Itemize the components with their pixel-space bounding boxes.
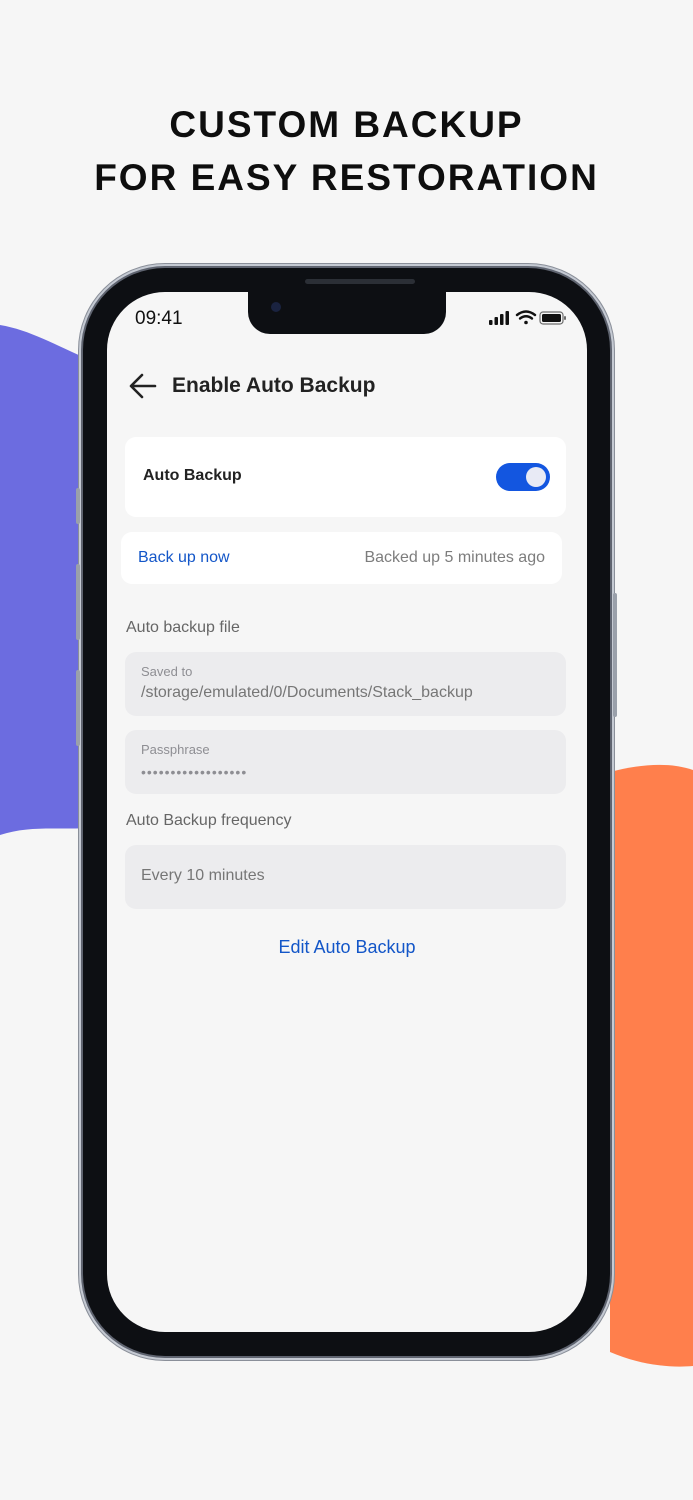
headline-line-1: CUSTOM BACKUP	[169, 104, 524, 145]
headline: CUSTOM BACKUP FOR EASY RESTORATION	[0, 98, 693, 204]
phone-volume-up-button	[76, 564, 80, 640]
phone-frame: 09:41 Enable Auto Backup Auto Backup Bac…	[76, 268, 617, 1356]
back-button[interactable]	[127, 370, 159, 402]
frequency-section-label: Auto Backup frequency	[126, 812, 292, 829]
backup-file-section-label: Auto backup file	[126, 619, 240, 636]
status-time: 09:41	[135, 308, 183, 329]
phone-action-button	[76, 488, 80, 524]
earpiece-speaker	[305, 279, 415, 284]
passphrase-value: ••••••••••••••••••	[141, 764, 248, 780]
toggle-knob	[526, 467, 546, 487]
phone-power-button	[613, 593, 617, 717]
last-backup-status: Backed up 5 minutes ago	[364, 549, 545, 566]
page-title: Enable Auto Backup	[172, 374, 376, 397]
headline-line-2: FOR EASY RESTORATION	[94, 157, 599, 198]
notch	[248, 292, 446, 334]
saved-to-value: /storage/emulated/0/Documents/Stack_back…	[141, 684, 473, 701]
arrow-left-icon	[129, 373, 157, 399]
backup-now-card: Back up now Backed up 5 minutes ago	[121, 532, 562, 584]
frequency-field[interactable]: Every 10 minutes	[125, 845, 566, 909]
status-icons	[489, 310, 567, 331]
battery-icon	[539, 311, 566, 325]
saved-to-caption: Saved to	[141, 664, 193, 679]
backup-now-link[interactable]: Back up now	[138, 549, 230, 567]
passphrase-caption: Passphrase	[141, 742, 210, 757]
wifi-icon	[515, 310, 537, 325]
signal-icon	[489, 311, 509, 325]
edit-auto-backup-link[interactable]: Edit Auto Backup	[107, 937, 587, 958]
phone-screen: 09:41 Enable Auto Backup Auto Backup Bac…	[107, 292, 587, 1332]
auto-backup-card: Auto Backup	[125, 437, 566, 517]
saved-to-field[interactable]: Saved to /storage/emulated/0/Documents/S…	[125, 652, 566, 716]
phone-volume-down-button	[76, 670, 80, 746]
frequency-value: Every 10 minutes	[141, 867, 265, 884]
auto-backup-toggle[interactable]	[496, 463, 550, 491]
front-camera	[271, 302, 281, 312]
auto-backup-label: Auto Backup	[143, 467, 242, 484]
passphrase-field[interactable]: Passphrase ••••••••••••••••••	[125, 730, 566, 794]
